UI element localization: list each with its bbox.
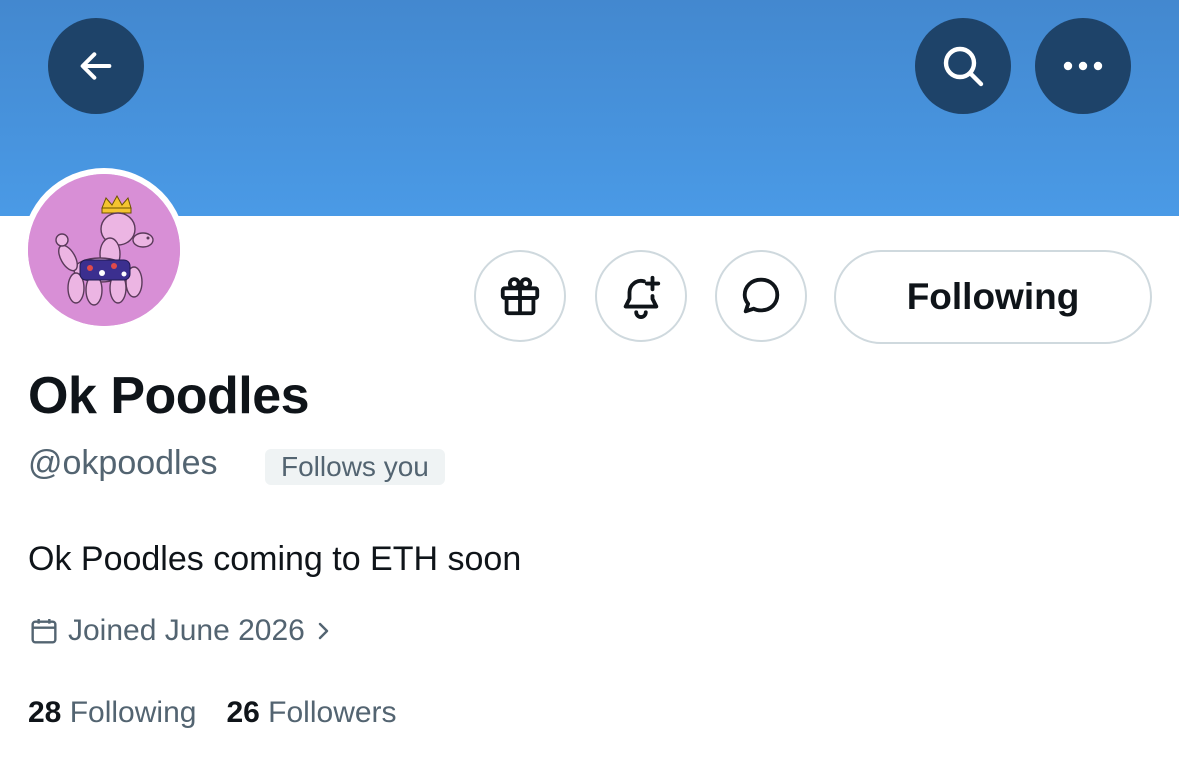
joined-date-label: Joined June 2026	[68, 614, 305, 647]
search-button[interactable]	[915, 18, 1011, 114]
avatar-container[interactable]	[22, 168, 186, 332]
arrow-left-icon	[80, 52, 112, 80]
more-horizontal-icon	[1063, 61, 1103, 71]
search-icon	[943, 46, 984, 87]
bell-plus-icon	[623, 275, 661, 319]
poodle-avatar-illustration	[28, 174, 180, 326]
following-button[interactable]: Following	[834, 250, 1152, 344]
user-handle: @okpoodles	[28, 444, 218, 482]
chevron-right-icon	[315, 619, 331, 643]
following-count-label: Following	[69, 696, 197, 729]
profile-bio: Ok Poodles coming to ETH soon	[28, 540, 522, 578]
gift-icon	[500, 277, 540, 316]
profile-stats: 28 Following 26 Followers	[28, 696, 427, 730]
followers-count: 26	[226, 696, 260, 729]
following-count: 28	[28, 696, 62, 729]
follows-you-badge: Follows you	[265, 449, 445, 485]
message-icon	[742, 277, 780, 314]
notifications-button[interactable]	[595, 250, 687, 342]
display-name: Ok Poodles	[28, 367, 310, 425]
gift-button[interactable]	[474, 250, 566, 342]
avatar	[28, 174, 180, 326]
back-button[interactable]	[48, 18, 144, 114]
calendar-icon	[28, 615, 60, 647]
profile-banner[interactable]	[0, 0, 1179, 216]
followers-count-label: Followers	[268, 696, 397, 729]
message-button[interactable]	[715, 250, 807, 342]
followers-count-link[interactable]: 26 Followers	[226, 696, 396, 730]
joined-date[interactable]: Joined June 2026	[28, 611, 331, 651]
more-options-button[interactable]	[1035, 18, 1131, 114]
following-count-link[interactable]: 28 Following	[28, 696, 196, 730]
